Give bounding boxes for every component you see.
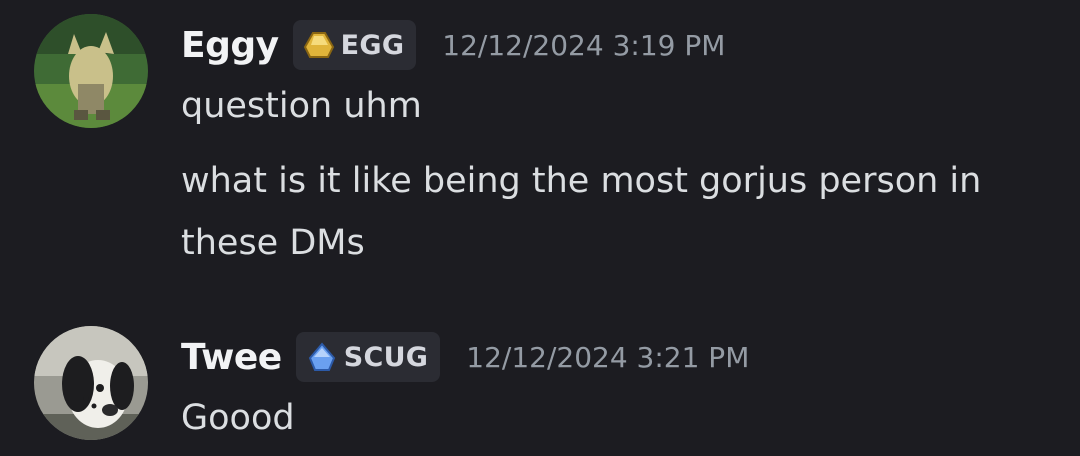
username[interactable]: Eggy [181,25,279,66]
avatar[interactable] [34,14,148,128]
guild-tag[interactable]: SCUG [295,332,441,382]
guild-tag[interactable]: EGG [292,20,417,70]
avatar[interactable] [34,326,148,440]
scug-gem-icon [308,342,335,371]
message-text: question uhm [181,86,422,126]
message-header: Twee SCUG 12/12/2024 3:21 PM [181,332,749,382]
timestamp[interactable]: 12/12/2024 3:21 PM [466,341,749,374]
message-text: what is it like being the most gorjus pe… [181,161,982,201]
message-header: Eggy EGG 12/12/2024 3:19 PM [181,20,725,70]
timestamp[interactable]: 12/12/2024 3:19 PM [442,29,725,62]
guild-tag-label: EGG [340,29,405,61]
message-text: Goood [181,398,295,438]
guild-tag-label: SCUG [343,341,429,373]
egg-gem-icon [303,32,334,58]
message-text: these DMs [181,223,365,263]
username[interactable]: Twee [181,337,282,378]
